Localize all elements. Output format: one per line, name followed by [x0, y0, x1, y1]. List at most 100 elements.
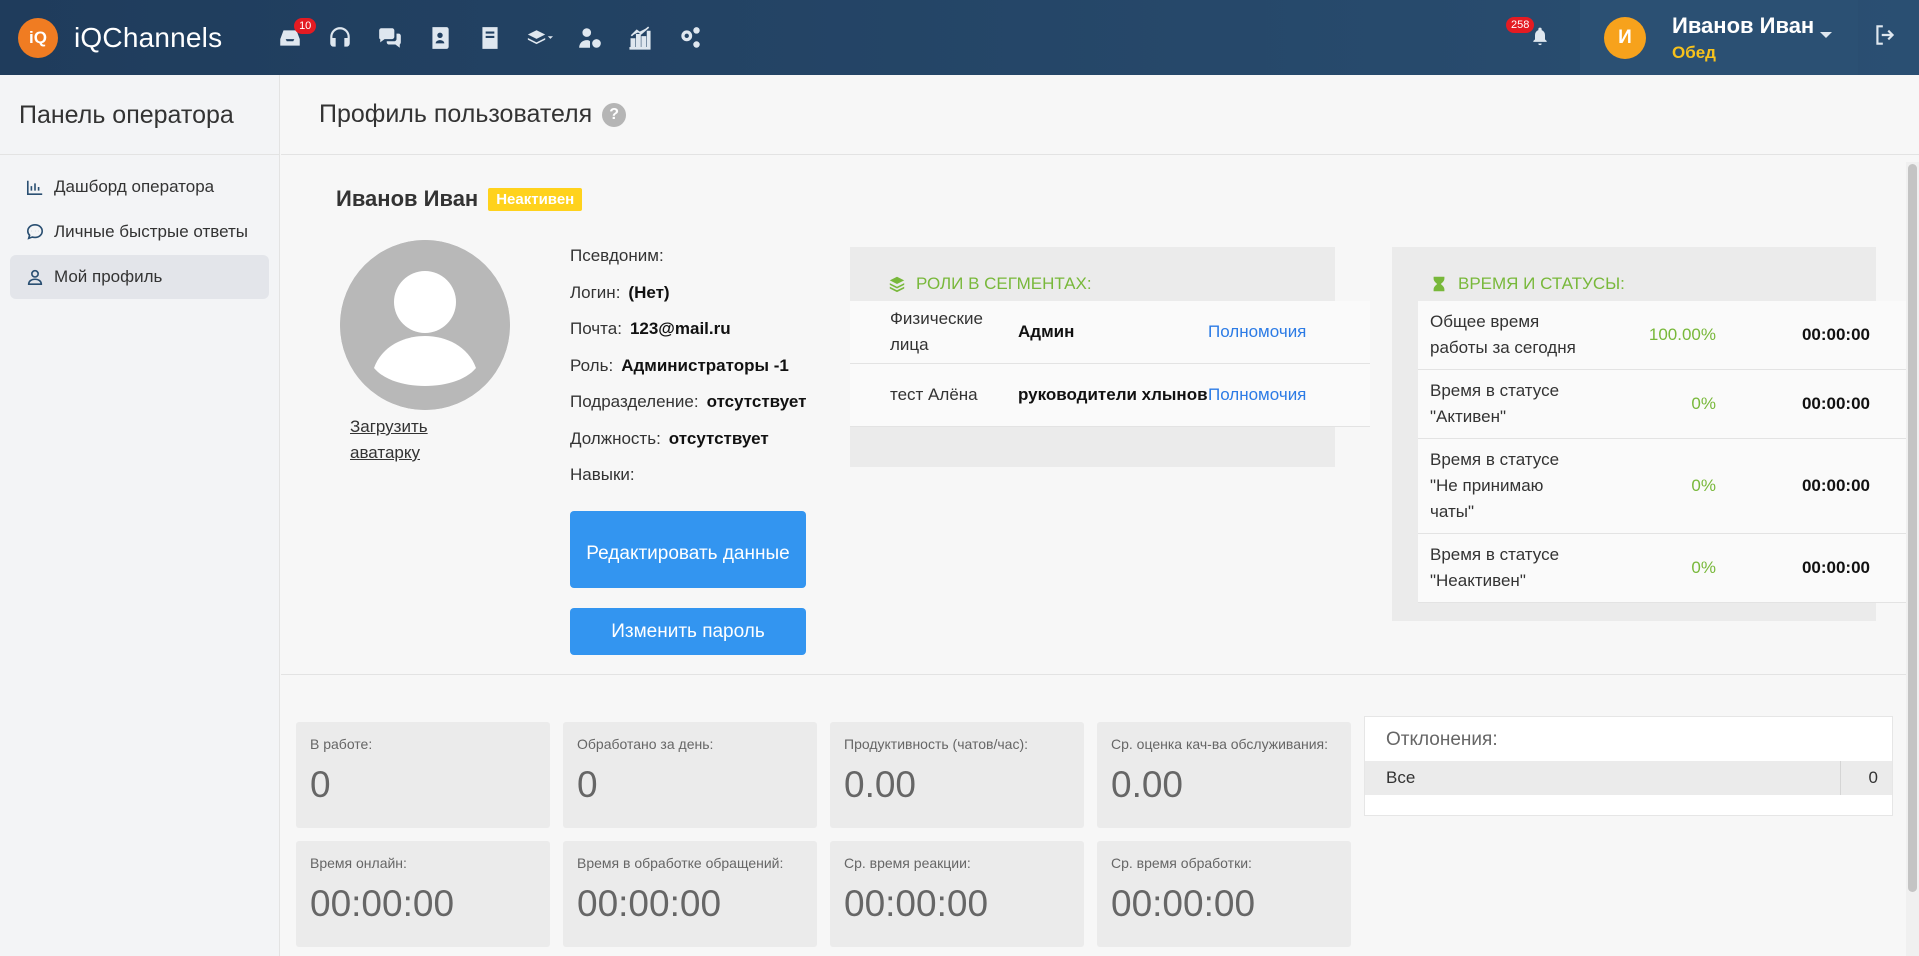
- field-label: Роль:: [570, 355, 614, 375]
- app-logo[interactable]: iQ iQChannels: [18, 17, 223, 58]
- deviations-panel: Отклонения: Все 0: [1364, 716, 1893, 816]
- user-info: Иванов Иван Обед: [1672, 13, 1814, 63]
- default-avatar-icon: [340, 240, 510, 410]
- sidebar: Панель оператора Дашборд оператора Личны…: [0, 75, 280, 956]
- sidebar-item-quick-replies[interactable]: Личные быстрые ответы: [10, 210, 269, 254]
- chart-bar-icon: [26, 180, 43, 196]
- contacts-icon[interactable]: [424, 22, 456, 54]
- field-label: Логин:: [570, 282, 621, 302]
- role-segment: Физические лица: [890, 309, 983, 354]
- field-label: Псевдоним:: [570, 246, 664, 266]
- chevron-down-icon: [1820, 32, 1832, 38]
- chats-icon[interactable]: [374, 22, 406, 54]
- field-value: 123@mail.ru: [629, 319, 731, 339]
- app-name: iQChannels: [74, 21, 223, 53]
- user-name: Иванов Иван: [1672, 12, 1815, 38]
- sidebar-item-label: Личные быстрые ответы: [54, 222, 248, 241]
- hourglass-icon: [1433, 276, 1445, 292]
- stat-label: Продуктивность (чатов/час):: [844, 736, 1028, 752]
- section-divider: [281, 674, 1906, 675]
- main-scrollbar[interactable]: [1906, 162, 1919, 956]
- field-alias: Псевдоним:: [570, 238, 806, 275]
- field-label: Подразделение:: [570, 392, 699, 412]
- sidebar-item-dashboard[interactable]: Дашборд оператора: [10, 165, 269, 209]
- sidebar-item-label: Мой профиль: [54, 267, 163, 286]
- inbox-badge: 10: [294, 17, 317, 34]
- change-password-button[interactable]: Изменить пароль: [570, 608, 806, 655]
- profile-name: Иванов Иван: [336, 186, 479, 211]
- time-value: 00:00:00: [1801, 394, 1870, 413]
- sidebar-list: Дашборд оператора Личные быстрые ответы …: [0, 155, 279, 299]
- field-email: Почта: 123@mail.ru: [570, 311, 806, 348]
- field-department: Подразделение: отсутствует: [570, 384, 806, 421]
- role-name: руководители хлынов: [1018, 385, 1208, 404]
- chat-icon: [26, 223, 44, 240]
- table-row: Время в статусе "Неактивен" 0% 00:00:00: [1418, 534, 1906, 603]
- field-login: Логин: (Нет): [570, 275, 806, 312]
- layers-dropdown-icon[interactable]: [524, 22, 556, 54]
- stat-card-processed: Обработано за день: 0: [563, 722, 817, 828]
- time-value: 00:00:00: [1801, 476, 1870, 495]
- field-role: Роль: Администраторы -1: [570, 348, 806, 385]
- bell-icon: [1533, 27, 1547, 46]
- profile-avatar: [340, 240, 510, 410]
- scrollbar-thumb[interactable]: [1908, 164, 1917, 892]
- table-row[interactable]: Все 0: [1365, 761, 1892, 795]
- stat-label: Ср. оценка кач-ва обслуживания:: [1111, 736, 1329, 752]
- roles-title-text: РОЛИ В СЕГМЕНТАХ:: [916, 274, 1092, 293]
- stat-value: 00:00:00: [310, 883, 455, 924]
- sidebar-title: Панель оператора: [0, 75, 279, 155]
- system-settings-icon[interactable]: [674, 22, 706, 54]
- stat-value: 0: [577, 764, 598, 805]
- user-menu[interactable]: И Иванов Иван Обед: [1580, 0, 1858, 75]
- logout-icon[interactable]: [1872, 22, 1902, 52]
- table-row: тест Алёна руководители хлынов Полномочи…: [850, 364, 1370, 427]
- table-row: Физические лица Админ Полномочия: [850, 301, 1370, 364]
- stat-label: В работе:: [310, 736, 373, 752]
- time-percent: 0%: [1691, 476, 1716, 495]
- page-header: Профиль пользователя ?: [281, 75, 1919, 155]
- logo-badge: iQ: [18, 17, 58, 58]
- time-value: 00:00:00: [1801, 325, 1870, 344]
- field-label: Навыки:: [570, 465, 635, 485]
- field-value: (Нет): [628, 282, 670, 302]
- stat-card-processing-time: Ср. время обработки: 00:00:00: [1097, 841, 1351, 947]
- stat-card-quality: Ср. оценка кач-ва обслуживания: 0.00: [1097, 722, 1351, 828]
- stat-card-handling-time: Время в обработке обращений: 00:00:00: [563, 841, 817, 947]
- times-table: Общее время работы за сегодня 100.00% 00…: [1418, 301, 1906, 603]
- layers-icon: [889, 276, 905, 293]
- stat-label: Ср. время реакции:: [844, 855, 971, 871]
- permissions-link[interactable]: Полномочия: [1208, 385, 1306, 405]
- inbox-icon[interactable]: 10: [274, 17, 317, 54]
- roles-panel-title: РОЛИ В СЕГМЕНТАХ:: [850, 247, 1335, 299]
- deviations-title: Отклонения:: [1386, 729, 1498, 750]
- field-value: Администраторы -1: [621, 355, 789, 375]
- help-icon[interactable]: ?: [602, 102, 627, 127]
- stat-value: 00:00:00: [844, 883, 989, 924]
- time-label: Время в статусе "Не принимаю чаты": [1430, 450, 1560, 521]
- stat-card-in-work: В работе: 0: [296, 722, 550, 828]
- roles-panel: РОЛИ В СЕГМЕНТАХ: Физические лица Админ …: [850, 247, 1370, 467]
- knowledge-book-icon[interactable]: [474, 22, 506, 54]
- edit-profile-button[interactable]: Редактировать данные: [570, 511, 806, 588]
- field-value: отсутствует: [668, 428, 769, 448]
- time-label: Общее время работы за сегодня: [1430, 312, 1576, 357]
- page-title: Профиль пользователя: [319, 100, 593, 128]
- stat-value: 00:00:00: [1111, 883, 1256, 924]
- sidebar-item-my-profile[interactable]: Мой профиль: [10, 255, 269, 299]
- user-settings-icon[interactable]: [574, 22, 606, 54]
- roles-table: Физические лица Админ Полномочия тест Ал…: [850, 301, 1370, 427]
- times-title-text: ВРЕМЯ И СТАТУСЫ:: [1458, 274, 1625, 293]
- stat-card-reaction-time: Ср. время реакции: 00:00:00: [830, 841, 1084, 947]
- profile-fields: Псевдоним: Логин: (Нет) Почта: 123@mail.…: [570, 238, 806, 494]
- analytics-icon[interactable]: [624, 22, 656, 54]
- stat-label: Обработано за день:: [577, 736, 714, 752]
- upload-avatar-link[interactable]: Загрузить аватарку: [350, 414, 460, 466]
- headset-icon[interactable]: [324, 22, 356, 54]
- field-value: отсутствует: [706, 392, 807, 412]
- permissions-link[interactable]: Полномочия: [1208, 322, 1306, 342]
- role-name: Админ: [1018, 322, 1075, 341]
- status-badge: Неактивен: [488, 187, 583, 211]
- notifications[interactable]: 258: [1506, 17, 1547, 54]
- table-row: Общее время работы за сегодня 100.00% 00…: [1418, 301, 1906, 370]
